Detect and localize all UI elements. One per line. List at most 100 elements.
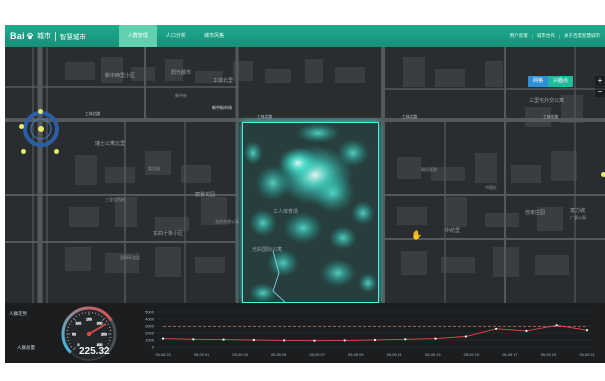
product-name: 智慧城市 — [59, 34, 86, 41]
x-tick-label: 05-09 05 — [271, 352, 286, 357]
header-links: 用户反馈 | 城市合作 | 关于百度智慧城市 — [510, 25, 600, 47]
x-tick-label: 05-09 17 — [502, 352, 517, 357]
heatmap-region[interactable] — [242, 122, 379, 303]
y-tick-label: 5000 — [145, 309, 155, 314]
road-label: 工体北路 — [402, 115, 418, 119]
data-point — [313, 339, 316, 342]
x-tick-label: 05-09 09 — [348, 352, 363, 357]
brand-name: Bai — [10, 31, 25, 41]
y-tick-label: 1000 — [145, 337, 155, 342]
gauge-tick-label: 100 — [76, 322, 82, 326]
zoom-in-button[interactable]: + — [595, 76, 605, 86]
marker-dot[interactable] — [601, 172, 605, 177]
map-label: 光彩国际公寓 — [252, 247, 283, 253]
map-label: 新中街 — [175, 93, 187, 98]
link-divider: | — [558, 33, 560, 39]
link-feedback[interactable]: 用户反馈 — [510, 33, 528, 39]
marker-dot[interactable] — [19, 124, 24, 129]
data-point — [161, 337, 165, 340]
data-point — [434, 337, 437, 340]
link-about[interactable]: 关于百度智慧城市 — [564, 33, 600, 39]
nav-tab-crowd[interactable]: 人群管理 — [118, 25, 157, 47]
gauge-tick-label: 50 — [72, 332, 76, 336]
nav-tab-city-style[interactable]: 城市风格 — [195, 25, 233, 47]
y-tick-label: 0 — [152, 344, 155, 349]
data-point — [222, 338, 225, 341]
x-tick-label: 05-09 19 — [541, 352, 556, 357]
road-label: 工体北路 — [85, 112, 101, 116]
map-label: 工体北里 — [213, 78, 234, 84]
link-divider: | — [531, 33, 533, 39]
map-label: 富力城 — [570, 208, 586, 214]
map-label: 瑞士公寓北里 — [95, 141, 126, 147]
map-label: 广渠公寓 — [570, 215, 586, 220]
map-label: 阳光都市 — [171, 70, 192, 76]
screen-top-margin — [0, 0, 605, 25]
nav-tab-population[interactable]: 人口分析 — [157, 25, 195, 47]
map-canvas[interactable]: 新中西里小区 阳光都市 工体北里 新中街 新中街市场 工体北路 工体北路 工体北… — [5, 47, 605, 303]
zoom-out-button[interactable]: − — [595, 87, 605, 97]
gauge-tick-label: 150 — [86, 317, 92, 321]
map-mode-toggle: 网格 兴趣点 — [528, 76, 574, 87]
map-label: 三里屯西街 — [105, 197, 125, 202]
link-cooperation[interactable]: 城市合作 — [537, 33, 555, 39]
map-label: 新中西里小区 — [105, 73, 136, 79]
gauge-value: 225.32 — [79, 346, 110, 357]
trend-chart: 5000 4000 3000 2000 1000 005-08 23 05-09 01 05-… — [145, 309, 595, 357]
data-point — [555, 324, 558, 327]
top-bar: Bai 城市 智慧城市 人群管理 人口分析 城市风格 用户反馈 | 城市合作 |… — [5, 25, 605, 47]
x-tick-label: 05-09 13 — [425, 352, 440, 357]
map-label: 西四环北里 — [120, 255, 140, 260]
grid-mode-button[interactable]: 网格 — [528, 76, 549, 87]
data-point — [283, 339, 286, 342]
brand-city: 城市 — [36, 33, 51, 40]
crowd-trend-panel: 人群走势 人群总量 0 50 100 150 200 250 300 225.32 5000… — [5, 303, 605, 363]
panel-title: 人群走势 — [9, 311, 27, 316]
x-tick-label: 05-09 21 — [579, 352, 594, 357]
panel-subtitle: 人群总量 — [17, 345, 35, 350]
gauge-tick-label: 200 — [97, 322, 103, 326]
zoom-control: + − — [595, 76, 605, 98]
hand-cursor-icon: ✋ — [411, 230, 423, 240]
y-tick-label: 4000 — [145, 316, 155, 321]
marker-dot[interactable] — [38, 109, 43, 114]
map-label: 中纺里 — [445, 228, 461, 234]
map-label: 自家庄园 — [525, 210, 546, 216]
map-label: 中国红 — [485, 185, 497, 190]
data-point — [525, 329, 528, 332]
screen-bottom-margin — [0, 363, 605, 381]
x-tick-label: 05-09 11 — [387, 352, 402, 357]
data-point — [252, 338, 255, 342]
marker-dot[interactable] — [21, 149, 26, 154]
data-point — [585, 329, 589, 332]
main-nav: 人群管理 人口分析 城市风格 — [118, 25, 233, 47]
data-point — [495, 327, 498, 330]
data-point — [373, 338, 377, 342]
map-label: 新中街市场 — [212, 105, 232, 110]
gauge-tick-label: 250 — [101, 332, 107, 336]
map-label: 工人体育场 — [273, 209, 299, 215]
app-window: Bai 城市 智慧城市 人群管理 人口分析 城市风格 用户反馈 | 城市合作 |… — [5, 25, 605, 363]
logo[interactable]: Bai 城市 智慧城市 — [10, 31, 86, 41]
data-point — [464, 335, 467, 338]
x-tick-label: 05-09 03 — [232, 352, 247, 357]
marker-dot[interactable] — [54, 149, 59, 154]
data-point — [343, 339, 346, 342]
map-label: 朝阳医院 — [421, 167, 437, 172]
poi-mode-button[interactable]: 兴趣点 — [548, 76, 574, 87]
map-label: 三里屯外交公寓 — [529, 98, 565, 104]
map-label: 北京京港公寓 — [215, 219, 239, 224]
heatmap-blobs — [243, 123, 378, 302]
x-tick-label: 05-09 01 — [194, 352, 209, 357]
data-point — [404, 338, 407, 341]
road-label: 工体北路 — [257, 115, 273, 119]
map-label: 东四十条小区 — [153, 231, 184, 237]
x-tick-label: 05-09 15 — [464, 352, 479, 357]
logo-divider — [54, 31, 56, 41]
paw-icon — [26, 32, 34, 40]
road-label: 工体东路 — [543, 115, 559, 119]
y-tick-label: 2000 — [145, 330, 155, 335]
map-label: 梨北园 — [148, 166, 160, 171]
x-tick-label: 05-09 07 — [310, 352, 325, 357]
map-label: 丽景花园 — [195, 192, 216, 198]
